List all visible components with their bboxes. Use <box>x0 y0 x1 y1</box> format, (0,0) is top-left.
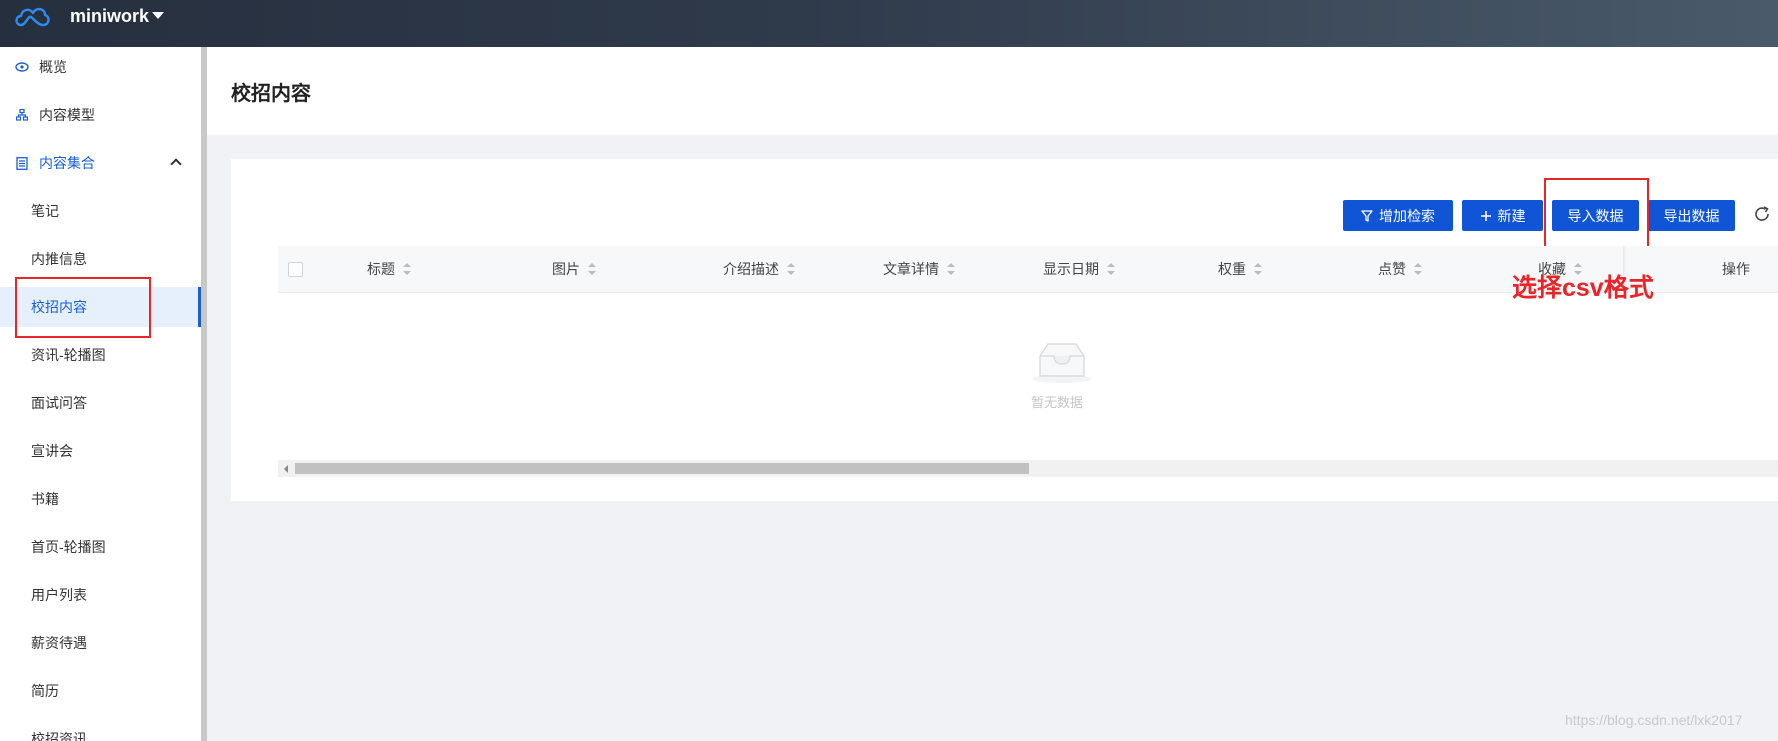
sidebar-subitem-label: 书籍 <box>31 491 59 507</box>
column-label: 点赞 <box>1378 261 1406 277</box>
sort-icon[interactable] <box>947 263 955 276</box>
refresh-icon[interactable] <box>1752 204 1772 224</box>
column-header-description[interactable]: 介绍描述 <box>723 246 795 293</box>
sidebar-subitem-books[interactable]: 书籍 <box>0 479 201 519</box>
sidebar-item-label: 概览 <box>39 59 67 75</box>
scroll-left-icon[interactable] <box>284 465 288 473</box>
sidebar-subitem-campus-news[interactable]: 校招资讯 <box>0 719 201 741</box>
annotation-box-import <box>1544 178 1649 256</box>
eye-icon <box>14 47 30 87</box>
sidebar-scrollbar[interactable] <box>201 47 207 741</box>
horizontal-scrollbar[interactable] <box>278 460 1778 477</box>
column-header-image[interactable]: 图片 <box>552 246 596 293</box>
column-header-display-date[interactable]: 显示日期 <box>1043 246 1115 293</box>
column-label: 文章详情 <box>883 261 939 277</box>
sort-icon[interactable] <box>1107 263 1115 276</box>
plus-icon <box>1480 210 1491 221</box>
sort-icon[interactable] <box>787 263 795 276</box>
annotation-box-sidebar <box>15 277 151 338</box>
sort-icon[interactable] <box>403 263 411 276</box>
sidebar-subitem-label: 笔记 <box>31 203 59 219</box>
sidebar-subitem-label: 面试问答 <box>31 395 87 411</box>
scroll-thumb[interactable] <box>295 463 1029 474</box>
sidebar-subitem-label: 内推信息 <box>31 251 87 267</box>
sidebar-subitem-home-carousel[interactable]: 首页-轮播图 <box>0 527 201 567</box>
sidebar-item-overview[interactable]: 概览 <box>0 47 201 87</box>
top-bar: miniwork <box>0 0 1778 47</box>
sort-icon[interactable] <box>1414 263 1422 276</box>
sidebar-item-label: 内容模型 <box>39 107 95 123</box>
chevron-up-icon[interactable] <box>170 158 182 170</box>
sitemap-icon <box>14 95 30 135</box>
empty-inbox-icon <box>1032 343 1092 383</box>
sidebar-subitem-label: 宣讲会 <box>31 443 73 459</box>
column-header-article-detail[interactable]: 文章详情 <box>883 246 955 293</box>
sidebar-subitem-label: 薪资待遇 <box>31 635 87 651</box>
sidebar-subitem-interview-qa[interactable]: 面试问答 <box>0 383 201 423</box>
sidebar-item-content-model[interactable]: 内容模型 <box>0 95 201 135</box>
collection-icon <box>14 143 30 183</box>
watermark: https://blog.csdn.net/lxk2017 <box>1565 712 1743 728</box>
caret-down-icon[interactable] <box>152 12 164 19</box>
column-label: 显示日期 <box>1043 261 1099 277</box>
column-header-likes[interactable]: 点赞 <box>1378 246 1422 293</box>
column-label: 标题 <box>367 261 395 277</box>
column-label: 图片 <box>552 261 580 277</box>
sidebar-subitem-label: 资讯-轮播图 <box>31 347 106 363</box>
sidebar-subitem-resume[interactable]: 简历 <box>0 671 201 711</box>
column-header-weight[interactable]: 权重 <box>1218 246 1262 293</box>
page-header: 校招内容 <box>207 47 1778 135</box>
sidebar-subitem-salary[interactable]: 薪资待遇 <box>0 623 201 663</box>
filter-icon <box>1361 209 1373 222</box>
sidebar-subitem-label: 用户列表 <box>31 587 87 603</box>
annotation-text: 选择csv格式 <box>1512 274 1654 302</box>
empty-text: 暂无数据 <box>1031 395 1084 410</box>
new-label: 新建 <box>1497 207 1526 224</box>
add-filter-button[interactable]: 增加检索 <box>1343 200 1453 231</box>
column-label: 介绍描述 <box>723 261 779 277</box>
page-title: 校招内容 <box>231 83 311 105</box>
sidebar-subitem-label: 校招资讯 <box>31 731 87 741</box>
select-all-checkbox[interactable] <box>288 262 303 277</box>
sidebar-subitem-news-carousel[interactable]: 资讯-轮播图 <box>0 335 201 375</box>
sidebar-subitem-seminar[interactable]: 宣讲会 <box>0 431 201 471</box>
app-name[interactable]: miniwork <box>70 6 149 27</box>
export-data-label: 导出数据 <box>1663 207 1720 224</box>
sidebar: 概览 内容模型 内容集合 笔记 内推信息 校招内容 资讯-轮播图 面试问答 宣讲… <box>0 47 201 741</box>
sidebar-subitem-notes[interactable]: 笔记 <box>0 191 201 231</box>
add-filter-label: 增加检索 <box>1379 207 1435 224</box>
column-label: 权重 <box>1218 261 1246 277</box>
sidebar-subitem-referral[interactable]: 内推信息 <box>0 239 201 279</box>
new-button[interactable]: 新建 <box>1462 200 1543 231</box>
sidebar-subitem-label: 首页-轮播图 <box>31 539 106 555</box>
sidebar-subitem-label: 简历 <box>31 683 59 699</box>
cloud-logo-icon[interactable] <box>14 3 50 31</box>
export-data-button[interactable]: 导出数据 <box>1648 200 1735 231</box>
sidebar-item-label: 内容集合 <box>39 155 95 171</box>
sidebar-subitem-user-list[interactable]: 用户列表 <box>0 575 201 615</box>
sort-icon[interactable] <box>1254 263 1262 276</box>
column-header-title[interactable]: 标题 <box>367 246 411 293</box>
sidebar-item-content-collection[interactable]: 内容集合 <box>0 143 201 183</box>
sort-icon[interactable] <box>588 263 596 276</box>
column-header-actions: 操作 <box>1722 246 1750 293</box>
column-label: 操作 <box>1722 261 1750 277</box>
